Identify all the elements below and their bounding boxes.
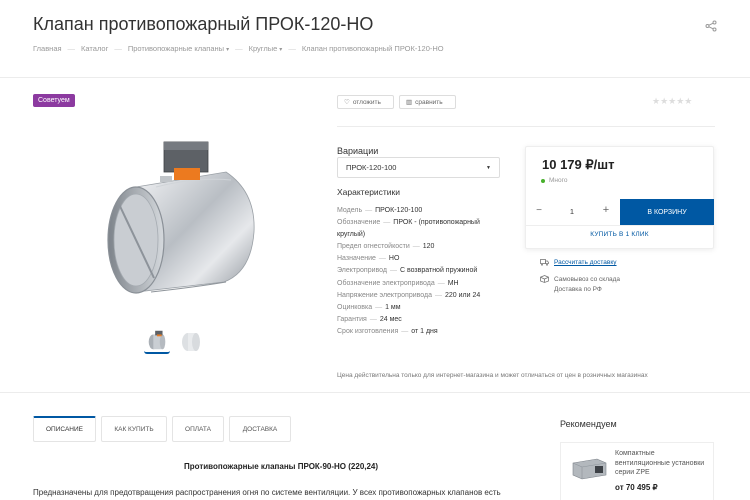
product-image[interactable] (96, 132, 271, 312)
stock-status: Много (541, 177, 567, 184)
breadcrumb-separator: — (235, 44, 243, 53)
one-click-buy-button[interactable]: Купить в 1 клик (525, 231, 714, 238)
price: 10 179 ₽/шт (542, 157, 615, 172)
rating-stars[interactable]: ★★★★★ (652, 96, 692, 107)
recommended-product-name[interactable]: Компактные вентиляционные установки сери… (615, 449, 705, 478)
characteristic-key: Назначение (337, 255, 376, 263)
characteristic-row: Гарантия —24 мес (337, 314, 507, 326)
caret-down-icon: ▾ (226, 47, 230, 53)
characteristic-key: Срок изготовления (337, 327, 399, 335)
thumbnail-2[interactable] (178, 328, 204, 354)
calculate-delivery-link[interactable]: Рассчитать доставку (540, 259, 617, 266)
characteristic-row: Обозначение — ПРОК - (противопожарный круг… (337, 217, 507, 241)
breadcrumb-separator: — (288, 44, 296, 53)
characteristic-key: Обозначение электропривода (337, 279, 435, 287)
header-divider (0, 77, 750, 78)
characteristic-dash: — (365, 207, 373, 214)
characteristics-title: Характеристики (337, 187, 401, 197)
tab-delivery[interactable]: Доставка (229, 416, 291, 442)
caret-down-icon: ▼ (486, 164, 491, 171)
box-icon (540, 275, 549, 283)
quantity-minus-button[interactable]: − (533, 205, 545, 216)
characteristic-row: Оцинковка —1 мм (337, 302, 507, 314)
characteristic-key: Модель (337, 207, 363, 214)
characteristic-row: Срок изготовления — от 1 дня (337, 326, 507, 338)
characteristic-key: Электропривод (337, 267, 387, 275)
breadcrumb: Главная — Каталог — Противопожарные клап… (33, 44, 444, 53)
characteristic-dash: — (383, 219, 391, 227)
breadcrumb-item-fire-valves[interactable]: Противопожарные клапаны ▾ (128, 44, 229, 53)
characteristics-list: Модель — ПРОК-120-100 Обозначение — ПРОК - (п… (337, 205, 507, 338)
recommended-title: Рекомендуем (560, 419, 617, 429)
characteristic-value: от 1 дня (411, 327, 438, 335)
characteristic-row: Обозначение электропривода — МН (337, 278, 507, 290)
characteristic-dash: — (437, 279, 445, 287)
characteristic-value: 220 или 24 (445, 291, 481, 299)
compare-button[interactable]: ▥ сравнить (399, 95, 456, 109)
characteristic-dash: — (401, 327, 409, 335)
characteristic-key: Оцинковка (337, 303, 373, 311)
tab-how-to-buy[interactable]: Как купить (101, 416, 167, 442)
characteristic-row: Назначение — НО (337, 253, 507, 265)
characteristic-value: ПРОК-120-100 (375, 207, 423, 214)
characteristic-value: НО (388, 255, 400, 263)
breadcrumb-separator: — (114, 44, 122, 53)
breadcrumb-item-round[interactable]: Круглые ▾ (249, 44, 283, 53)
characteristic-dash: — (389, 267, 397, 275)
tab-payment[interactable]: Оплата (172, 416, 224, 442)
characteristic-key: Напряжение электропривода (337, 291, 433, 299)
actions-divider (337, 126, 715, 127)
breadcrumb-item-home[interactable]: Главная (33, 44, 62, 53)
heart-icon: ♡ (344, 99, 350, 106)
add-to-cart-button[interactable]: В корзину (620, 199, 714, 225)
price-note: Цена действительна только для интернет-м… (337, 372, 648, 379)
characteristic-value: МН (447, 279, 459, 287)
characteristic-dash: — (378, 255, 386, 263)
breadcrumb-item-current: Клапан противопожарный ПРОК-120-НО (301, 44, 444, 53)
buy-box-divider (525, 225, 714, 226)
description-heading: Противопожарные клапаны ПРОК-90-НО (220,… (184, 462, 379, 471)
characteristic-value: С возвратной пружиной (399, 267, 478, 275)
variations-title: Вариации (337, 146, 379, 156)
breadcrumb-separator: — (67, 44, 76, 53)
recommended-product-image[interactable] (571, 453, 608, 483)
variation-select[interactable]: ПРОК-120-100 ▼ (337, 157, 500, 178)
truck-icon (540, 259, 549, 266)
characteristic-row: Модель — ПРОК-120-100 (337, 205, 507, 217)
characteristic-dash: — (412, 243, 420, 251)
bar-chart-icon: ▥ (406, 99, 413, 106)
quantity-plus-button[interactable]: + (600, 204, 612, 216)
characteristic-row: Электропривод — С возвратной пружиной (337, 265, 507, 277)
breadcrumb-item-catalog[interactable]: Каталог (81, 44, 108, 53)
characteristic-value: 24 мес (379, 315, 402, 323)
characteristic-key: Гарантия (337, 315, 367, 323)
tab-description[interactable]: Описание (33, 416, 96, 442)
characteristic-row: Напряжение электропривода —220 или 24 (337, 290, 507, 302)
characteristic-key: Предел огнестойкости (337, 243, 410, 251)
page-title: Клапан противопожарный ПРОК-120-НО (33, 14, 374, 34)
section-divider (0, 392, 750, 393)
pickup-text: Самовывоз со склада (554, 276, 621, 283)
characteristic-value: 1 мм (385, 303, 401, 311)
characteristic-key: Обозначение (337, 219, 381, 227)
recommended-product-price: от 70 495 ₽ (615, 483, 658, 492)
caret-down-icon: ▾ (279, 47, 283, 53)
quantity-input[interactable]: 1 (566, 207, 578, 216)
characteristic-row: Предел огнестойкости —120 (337, 241, 507, 253)
share-icon[interactable] (705, 20, 717, 32)
pickup-info: Самовывоз со склада Доставка по РФ (540, 275, 620, 295)
characteristic-dash: — (435, 291, 443, 299)
delivery-rf-text: Доставка по РФ (554, 286, 602, 293)
characteristic-value: 120 (422, 243, 435, 251)
characteristic-dash: — (375, 303, 383, 311)
characteristic-dash: — (369, 315, 377, 323)
defer-button[interactable]: ♡ отложить (337, 95, 394, 109)
thumbnail-1[interactable] (144, 328, 170, 354)
recommend-badge: Советуем (33, 94, 75, 107)
stock-dot-icon (541, 178, 545, 183)
description-text: Предназначены для предотвращения распрос… (33, 488, 501, 497)
